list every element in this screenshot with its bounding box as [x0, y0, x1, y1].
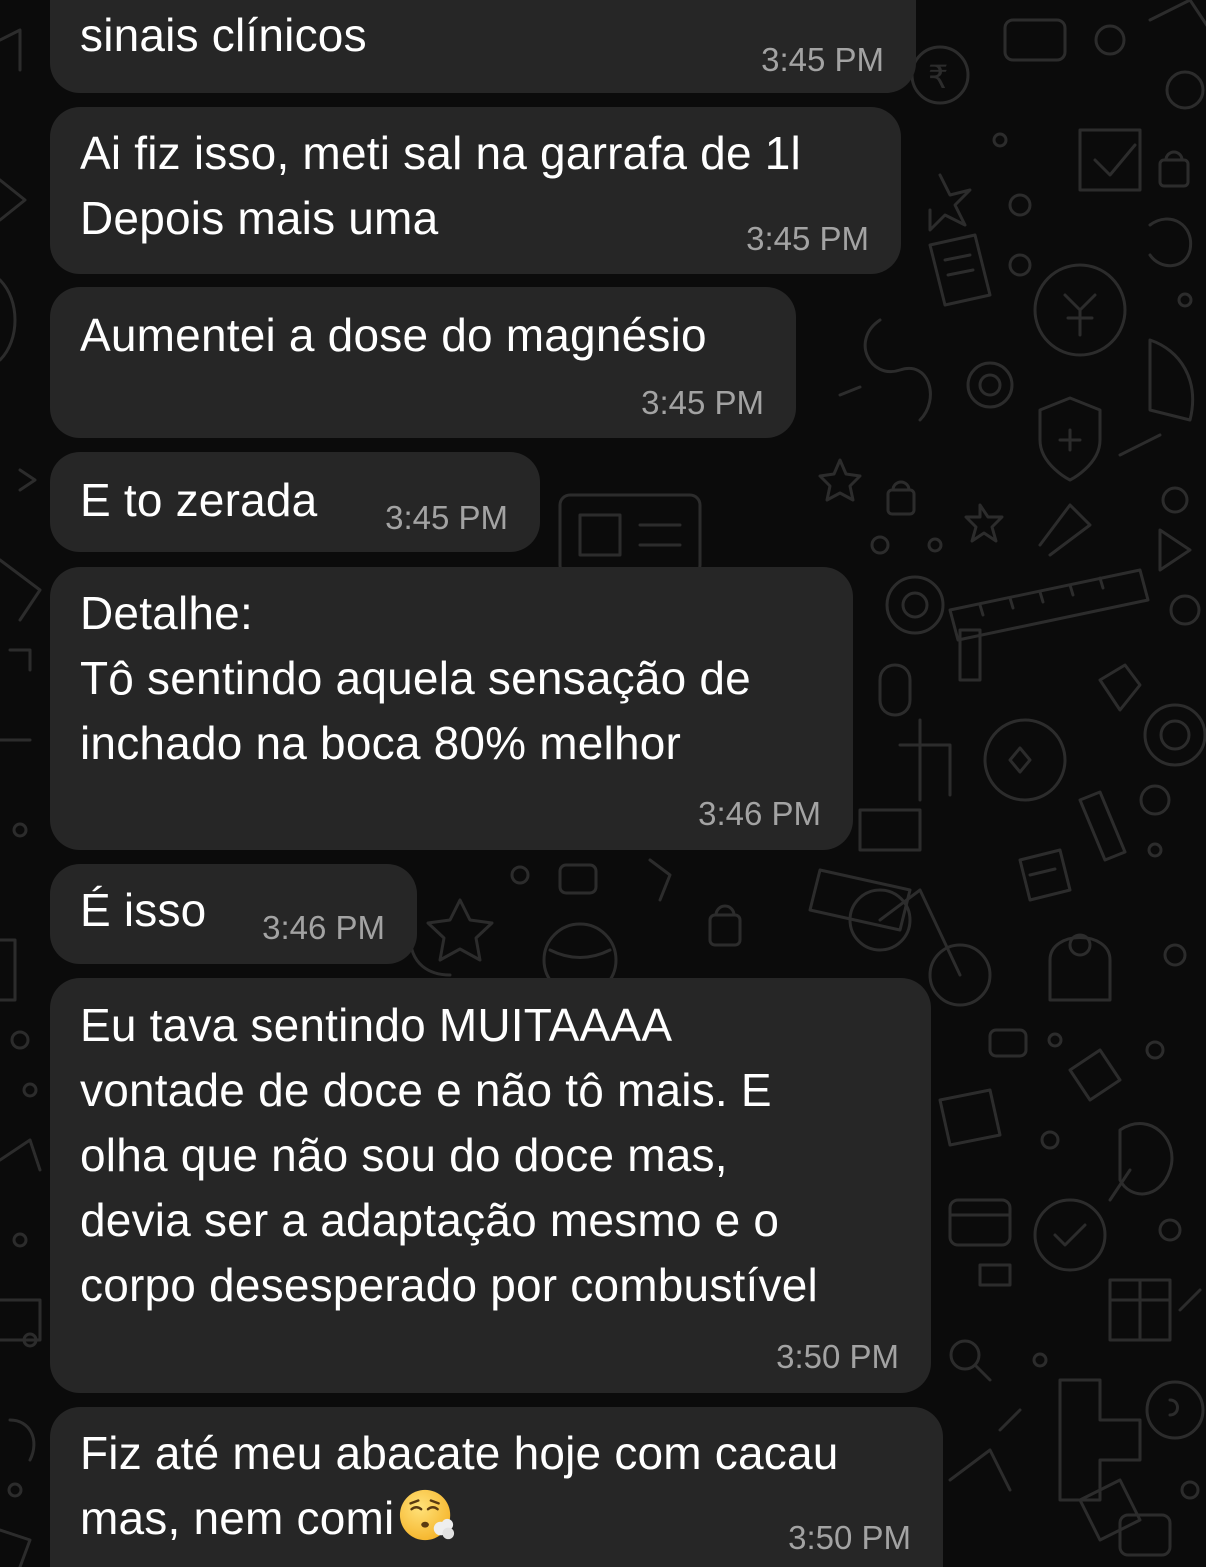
message-bubble[interactable]: Aumentei a dose do magnésio 3:45 PM [50, 287, 796, 438]
message-text: Aumentei a dose do magnésio [80, 309, 707, 361]
message-bubble[interactable]: Eu tava sentindo MUITAAAA vontade de doc… [50, 978, 931, 1393]
exhaling-face-emoji [400, 1489, 455, 1541]
message-bubble[interactable]: É isso 3:46 PM [50, 864, 417, 964]
message-text-content: Fiz até meu abacate hoje com cacau mas, … [80, 1427, 839, 1544]
message-timestamp: 3:50 PM [788, 1519, 911, 1556]
message-timestamp: 3:50 PM [776, 1338, 899, 1375]
message-timestamp: 3:45 PM [746, 220, 869, 257]
message-timestamp: 3:45 PM [385, 499, 508, 536]
message-text: Detalhe: Tô sentindo aquela sensação de … [80, 587, 751, 769]
message-timestamp: 3:46 PM [262, 909, 385, 946]
message-text: E to zerada [80, 474, 318, 526]
svg-text:₹: ₹ [928, 58, 948, 96]
message-timestamp: 3:45 PM [641, 384, 764, 421]
message-text: Fiz até meu abacate hoje com cacau mas, … [80, 1421, 839, 1551]
message-bubble[interactable]: Detalhe: Tô sentindo aquela sensação de … [50, 567, 853, 850]
message-text: Eu tava sentindo MUITAAAA vontade de doc… [80, 999, 818, 1311]
message-text: Ai fiz isso, meti sal na garrafa de 1l D… [80, 127, 801, 244]
message-bubble[interactable]: E to zerada 3:45 PM [50, 452, 540, 552]
message-text: sinais clínicos [80, 9, 367, 61]
chat-view[interactable]: ₹ sinais clínicos 3:45 PM Ai fiz isso, m… [0, 0, 1206, 1567]
message-text: É isso [80, 884, 207, 936]
message-bubble[interactable]: Ai fiz isso, meti sal na garrafa de 1l D… [50, 107, 901, 274]
message-bubble[interactable]: sinais clínicos 3:45 PM [50, 0, 916, 93]
message-timestamp: 3:46 PM [698, 795, 821, 832]
message-bubble[interactable]: Fiz até meu abacate hoje com cacau mas, … [50, 1407, 943, 1567]
message-timestamp: 3:45 PM [761, 41, 884, 78]
